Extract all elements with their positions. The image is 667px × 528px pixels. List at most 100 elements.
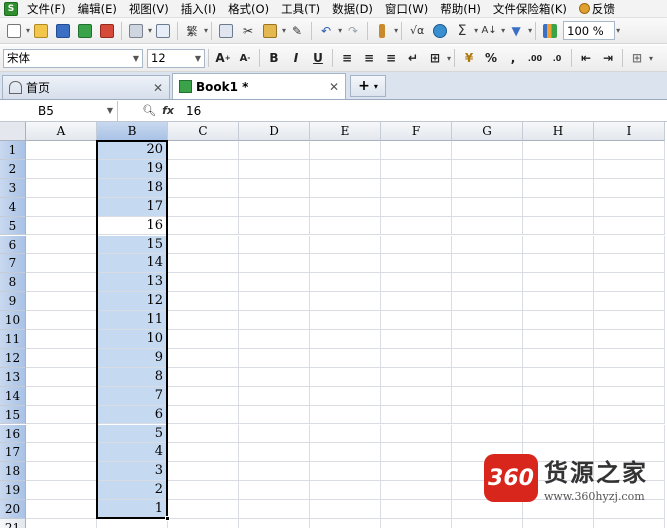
new-document-icon[interactable] (4, 21, 24, 41)
cell-i5[interactable] (594, 216, 665, 236)
cell-a1[interactable] (26, 141, 97, 160)
row-header-14[interactable]: 14 (0, 386, 26, 406)
cell-b21[interactable] (97, 519, 168, 528)
cell-d10[interactable] (239, 311, 310, 330)
column-header-i[interactable]: I (594, 122, 665, 141)
cell-e14[interactable] (310, 386, 381, 406)
menu-feedback[interactable]: 反馈 (573, 0, 621, 18)
cell-g15[interactable] (452, 405, 523, 425)
cell-b16[interactable]: 5 (97, 424, 168, 444)
cell-b18[interactable]: 3 (97, 462, 168, 482)
cell-f10[interactable] (381, 311, 452, 330)
align-left-icon[interactable]: ≡ (337, 48, 357, 68)
cell-d16[interactable] (239, 424, 310, 444)
menu-file-safe[interactable]: 文件保险箱(K) (487, 0, 573, 18)
cell-a13[interactable] (26, 367, 97, 387)
align-right-icon[interactable]: ≡ (381, 48, 401, 68)
menu-format[interactable]: 格式(O) (222, 0, 275, 18)
cell-b6[interactable]: 15 (97, 235, 168, 255)
cell-i10[interactable] (594, 311, 665, 330)
cell-c1[interactable] (168, 141, 239, 160)
cell-g8[interactable] (452, 273, 523, 293)
cell-a2[interactable] (26, 159, 97, 179)
row-header-11[interactable]: 11 (0, 330, 26, 349)
cell-e15[interactable] (310, 405, 381, 425)
chart-icon[interactable] (540, 21, 560, 41)
filter-icon[interactable]: ▼ (506, 21, 526, 41)
cell-f6[interactable] (381, 235, 452, 255)
cell-e20[interactable] (310, 500, 381, 519)
cell-i21[interactable] (594, 519, 665, 528)
cell-h4[interactable] (523, 197, 594, 217)
column-header-f[interactable]: F (381, 122, 452, 141)
cell-f8[interactable] (381, 273, 452, 293)
cell-b13[interactable]: 8 (97, 367, 168, 387)
cell-c2[interactable] (168, 159, 239, 179)
cell-d14[interactable] (239, 386, 310, 406)
cell-e1[interactable] (310, 141, 381, 160)
cell-d19[interactable] (239, 481, 310, 501)
cell-i4[interactable] (594, 197, 665, 217)
cell-h1[interactable] (523, 141, 594, 160)
cell-g10[interactable] (452, 311, 523, 330)
cell-b1[interactable]: 20 (97, 141, 168, 160)
cell-f9[interactable] (381, 292, 452, 312)
cell-f3[interactable] (381, 178, 452, 198)
cell-d6[interactable] (239, 235, 310, 255)
cell-h15[interactable] (523, 405, 594, 425)
column-header-g[interactable]: G (452, 122, 523, 141)
row-header-15[interactable]: 15 (0, 405, 26, 425)
row-header-16[interactable]: 16 (0, 424, 26, 444)
cut-icon[interactable]: ✂ (238, 21, 258, 41)
cell-b17[interactable]: 4 (97, 443, 168, 463)
merge-center-icon[interactable]: ⊞ (425, 48, 445, 68)
cell-d21[interactable] (239, 519, 310, 528)
cell-c20[interactable] (168, 500, 239, 519)
cell-c18[interactable] (168, 462, 239, 482)
cell-i8[interactable] (594, 273, 665, 293)
function-icon[interactable]: fx (162, 104, 174, 117)
menu-edit[interactable]: 编辑(E) (72, 0, 123, 18)
globe-icon[interactable] (430, 21, 450, 41)
cell-a9[interactable] (26, 292, 97, 312)
cell-b4[interactable]: 17 (97, 197, 168, 217)
new-tab-button[interactable]: + ▾ (350, 75, 386, 97)
decrease-font-icon[interactable]: A- (235, 48, 255, 68)
cell-c13[interactable] (168, 367, 239, 387)
borders-dropdown-icon[interactable]: ▾ (649, 54, 653, 63)
cell-b8[interactable]: 13 (97, 273, 168, 293)
cell-c19[interactable] (168, 481, 239, 501)
row-header-7[interactable]: 7 (0, 254, 26, 274)
cell-b7[interactable]: 14 (97, 254, 168, 274)
cell-f14[interactable] (381, 386, 452, 406)
cell-g21[interactable] (452, 519, 523, 528)
cell-g3[interactable] (452, 178, 523, 198)
cell-a12[interactable] (26, 348, 97, 368)
cell-a15[interactable] (26, 405, 97, 425)
cell-a3[interactable] (26, 178, 97, 198)
cell-g12[interactable] (452, 348, 523, 368)
merge-dropdown-icon[interactable]: ▾ (447, 54, 451, 63)
cell-f5[interactable] (381, 216, 452, 236)
cell-e11[interactable] (310, 330, 381, 349)
cell-g7[interactable] (452, 254, 523, 274)
row-header-13[interactable]: 13 (0, 367, 26, 387)
row-header-8[interactable]: 8 (0, 273, 26, 293)
indent-increase-icon[interactable]: ⇥ (598, 48, 618, 68)
cell-a17[interactable] (26, 443, 97, 463)
cell-g13[interactable] (452, 367, 523, 387)
cell-f2[interactable] (381, 159, 452, 179)
cell-a21[interactable] (26, 519, 97, 528)
cell-d12[interactable] (239, 348, 310, 368)
row-header-9[interactable]: 9 (0, 292, 26, 312)
cell-d7[interactable] (239, 254, 310, 274)
cell-b14[interactable]: 7 (97, 386, 168, 406)
cell-f18[interactable] (381, 462, 452, 482)
cell-i9[interactable] (594, 292, 665, 312)
cell-b9[interactable]: 12 (97, 292, 168, 312)
cell-f20[interactable] (381, 500, 452, 519)
cell-e18[interactable] (310, 462, 381, 482)
undo-icon[interactable]: ↶ (316, 21, 336, 41)
cell-a4[interactable] (26, 197, 97, 217)
cell-e9[interactable] (310, 292, 381, 312)
